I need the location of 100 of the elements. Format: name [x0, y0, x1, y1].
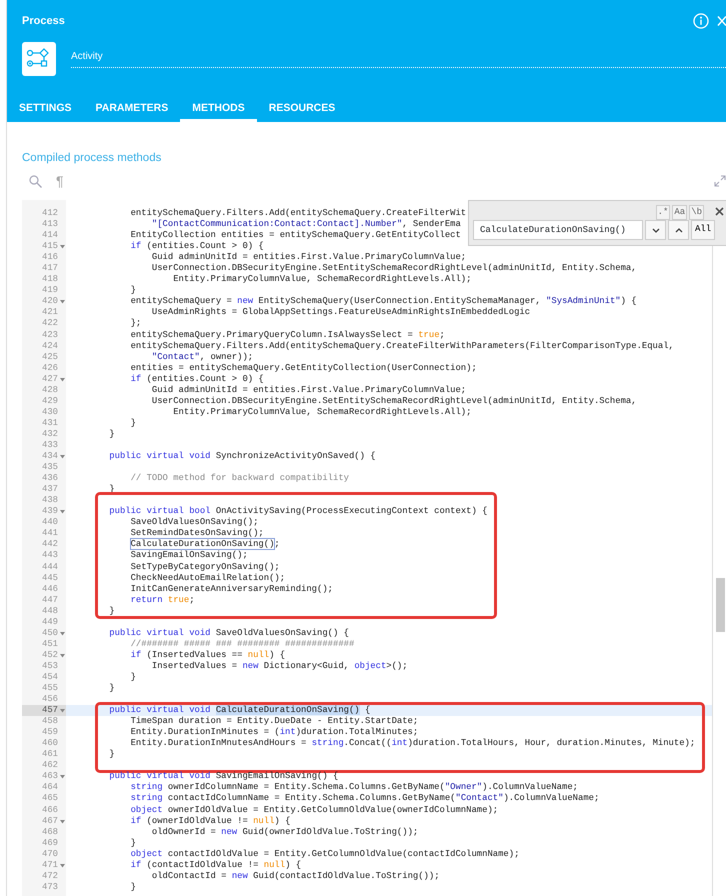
- section-title: Compiled process methods: [22, 151, 162, 166]
- search-option-toggle[interactable]: Aa: [672, 205, 688, 220]
- line-number: 415: [42, 241, 58, 252]
- scrollbar-thumb[interactable]: [716, 578, 725, 632]
- fold-icon[interactable]: [60, 300, 65, 304]
- code-line: CheckNeedAutoEmailRelation();: [130, 572, 286, 584]
- fold-icon[interactable]: [60, 864, 65, 868]
- line-number: 457: [42, 705, 58, 716]
- close-icon[interactable]: [715, 207, 724, 216]
- fold-icon[interactable]: [60, 632, 65, 636]
- line-number: 421: [42, 307, 58, 318]
- line-number: 452: [42, 650, 58, 661]
- tab[interactable]: RESOURCES: [256, 96, 348, 122]
- line-number: 473: [42, 882, 58, 893]
- line-number: 456: [42, 694, 58, 706]
- code-line: CalculateDurationOnSaving();: [130, 539, 280, 550]
- process-icon: [22, 42, 56, 76]
- chevron-up-icon: [674, 228, 682, 232]
- line-number: 422: [42, 318, 58, 330]
- fold-icon[interactable]: [60, 455, 65, 460]
- element-name[interactable]: Activity: [71, 46, 726, 68]
- code-line: }: [130, 418, 136, 429]
- line-number: 459: [42, 727, 58, 738]
- line-number: 465: [42, 793, 58, 805]
- code-line: // TODO method for backward compatibility: [130, 473, 349, 484]
- line-number: 435: [42, 462, 58, 474]
- line-number: 420: [42, 296, 58, 308]
- code-line: public virtual void SaveOldValuesOnSaving() {: [108, 628, 349, 639]
- window-title: Process: [22, 14, 65, 29]
- code-line: object contactIdOldValue = Entity.GetColumnOldValue(contactIdColumnName);: [130, 848, 520, 860]
- code-line: if (entities.Count > 0) {: [130, 241, 264, 252]
- line-number: 431: [42, 418, 58, 429]
- line-number: 436: [42, 473, 58, 484]
- code-line: }: [108, 428, 115, 440]
- code-line: Entity.PrimaryColumnValue, SchemaRecordRightLevels.All);: [172, 406, 472, 418]
- fold-icon[interactable]: [60, 245, 65, 250]
- line-number: 417: [42, 263, 58, 274]
- line-number: 460: [42, 738, 58, 750]
- fold-icon[interactable]: [60, 820, 65, 824]
- previous-match-button[interactable]: [668, 220, 689, 240]
- line-number: 412: [42, 208, 58, 220]
- code-line: if (entities.Count > 0) {: [130, 374, 264, 385]
- code-line: EntityCollection entities = entitySchemaQuery.GetEntityCollect: [130, 230, 461, 242]
- info-icon[interactable]: [693, 13, 709, 29]
- select-all-button[interactable]: All: [691, 220, 716, 240]
- code-line: SetRemindDatesOnSaving();: [130, 528, 264, 540]
- code-line: UseAdminRights = GlobalAppSettings.FeatureUseAdminRightsInEmbeddedLogic: [150, 307, 530, 318]
- code-line: entitySchemaQuery.PrimaryQueryColumn.IsAlwaysSelect = true;: [130, 330, 445, 341]
- line-number: 441: [42, 528, 58, 540]
- fold-icon[interactable]: [60, 510, 65, 514]
- code-line: SavingEmailOnSaving();: [130, 550, 248, 562]
- code-line: if (ownerIdOldValue != null) {: [130, 816, 290, 827]
- line-number: 414: [42, 230, 58, 242]
- code-line: entitySchemaQuery.Filters.Add(entitySchemaQuery.CreateFilterWit: [130, 208, 466, 220]
- code-line: public virtual void SynchronizeActivityOnSaved() {: [108, 451, 376, 462]
- fold-icon[interactable]: [60, 709, 65, 714]
- pilcrow-button[interactable]: ¶: [56, 172, 64, 190]
- code-line: oldContactId = new Guid(contactIdOldValue.ToString());: [150, 870, 440, 882]
- code-line: }: [130, 285, 136, 296]
- line-number: 444: [42, 562, 58, 573]
- expand-icon[interactable]: [714, 175, 726, 187]
- line-number: 472: [42, 870, 58, 882]
- search-option-toggle[interactable]: .*: [656, 205, 670, 220]
- code-line: string contactIdColumnName = Entity.Schema.Columns.GetByName("Contact").ColumnValueName;: [130, 793, 600, 805]
- line-number: 428: [42, 384, 58, 396]
- code-line: UserConnection.DBSecurityEngine.SetEntitySchemaRecordRightLevel(adminUnitId, Entity.Schema,: [150, 263, 637, 274]
- code-line: }: [108, 749, 115, 760]
- code-line: InitCanGenerateAnniversaryReminding();: [130, 584, 333, 595]
- code-line: "Contact", owner));: [150, 352, 254, 363]
- code-line: "[ContactCommunication:Contact:Contact].Number", SenderEma: [150, 219, 461, 230]
- code-line: Entity.PrimaryColumnValue, SchemaRecordRightLevels.All);: [172, 274, 472, 286]
- search-option-toggle[interactable]: \b: [689, 205, 704, 220]
- tab[interactable]: PARAMETERS: [84, 96, 180, 122]
- line-number: 416: [42, 252, 58, 264]
- code-line: Guid adminUnitId = entities.First.Value.PrimaryColumnValue;: [150, 252, 466, 264]
- line-number: 429: [42, 396, 58, 407]
- fold-icon[interactable]: [60, 378, 65, 382]
- tab[interactable]: METHODS: [180, 96, 257, 122]
- code-line: }: [130, 838, 136, 849]
- line-number: 471: [42, 860, 58, 871]
- fold-icon[interactable]: [60, 775, 65, 780]
- line-number: 445: [42, 572, 58, 584]
- code-line: public virtual void CalculateDurationOnSaving() {: [108, 705, 370, 716]
- code-line: string ownerIdColumnName = Entity.Schema.Columns.GetByName("Owner").ColumnValueName;: [130, 782, 578, 794]
- line-number: 458: [42, 716, 58, 728]
- line-number: 447: [42, 594, 58, 606]
- code-line: InsertedValues = new Dictionary<Guid, object>();: [150, 660, 408, 672]
- line-number: 449: [42, 616, 58, 628]
- search-field[interactable]: CalculateDurationOnSaving(): [473, 220, 643, 240]
- next-match-button[interactable]: [645, 220, 666, 240]
- code-line: SetTypeByCategoryOnSaving();: [130, 562, 280, 573]
- line-number: 443: [42, 550, 58, 562]
- code-line: }: [130, 672, 136, 684]
- search-icon[interactable]: [29, 174, 42, 188]
- fold-icon[interactable]: [60, 654, 65, 658]
- code-line: };: [130, 318, 142, 330]
- tab[interactable]: SETTINGS: [7, 96, 84, 122]
- line-number: 423: [42, 330, 58, 341]
- line-number: 430: [42, 406, 58, 418]
- chevron-down-icon: [652, 228, 660, 232]
